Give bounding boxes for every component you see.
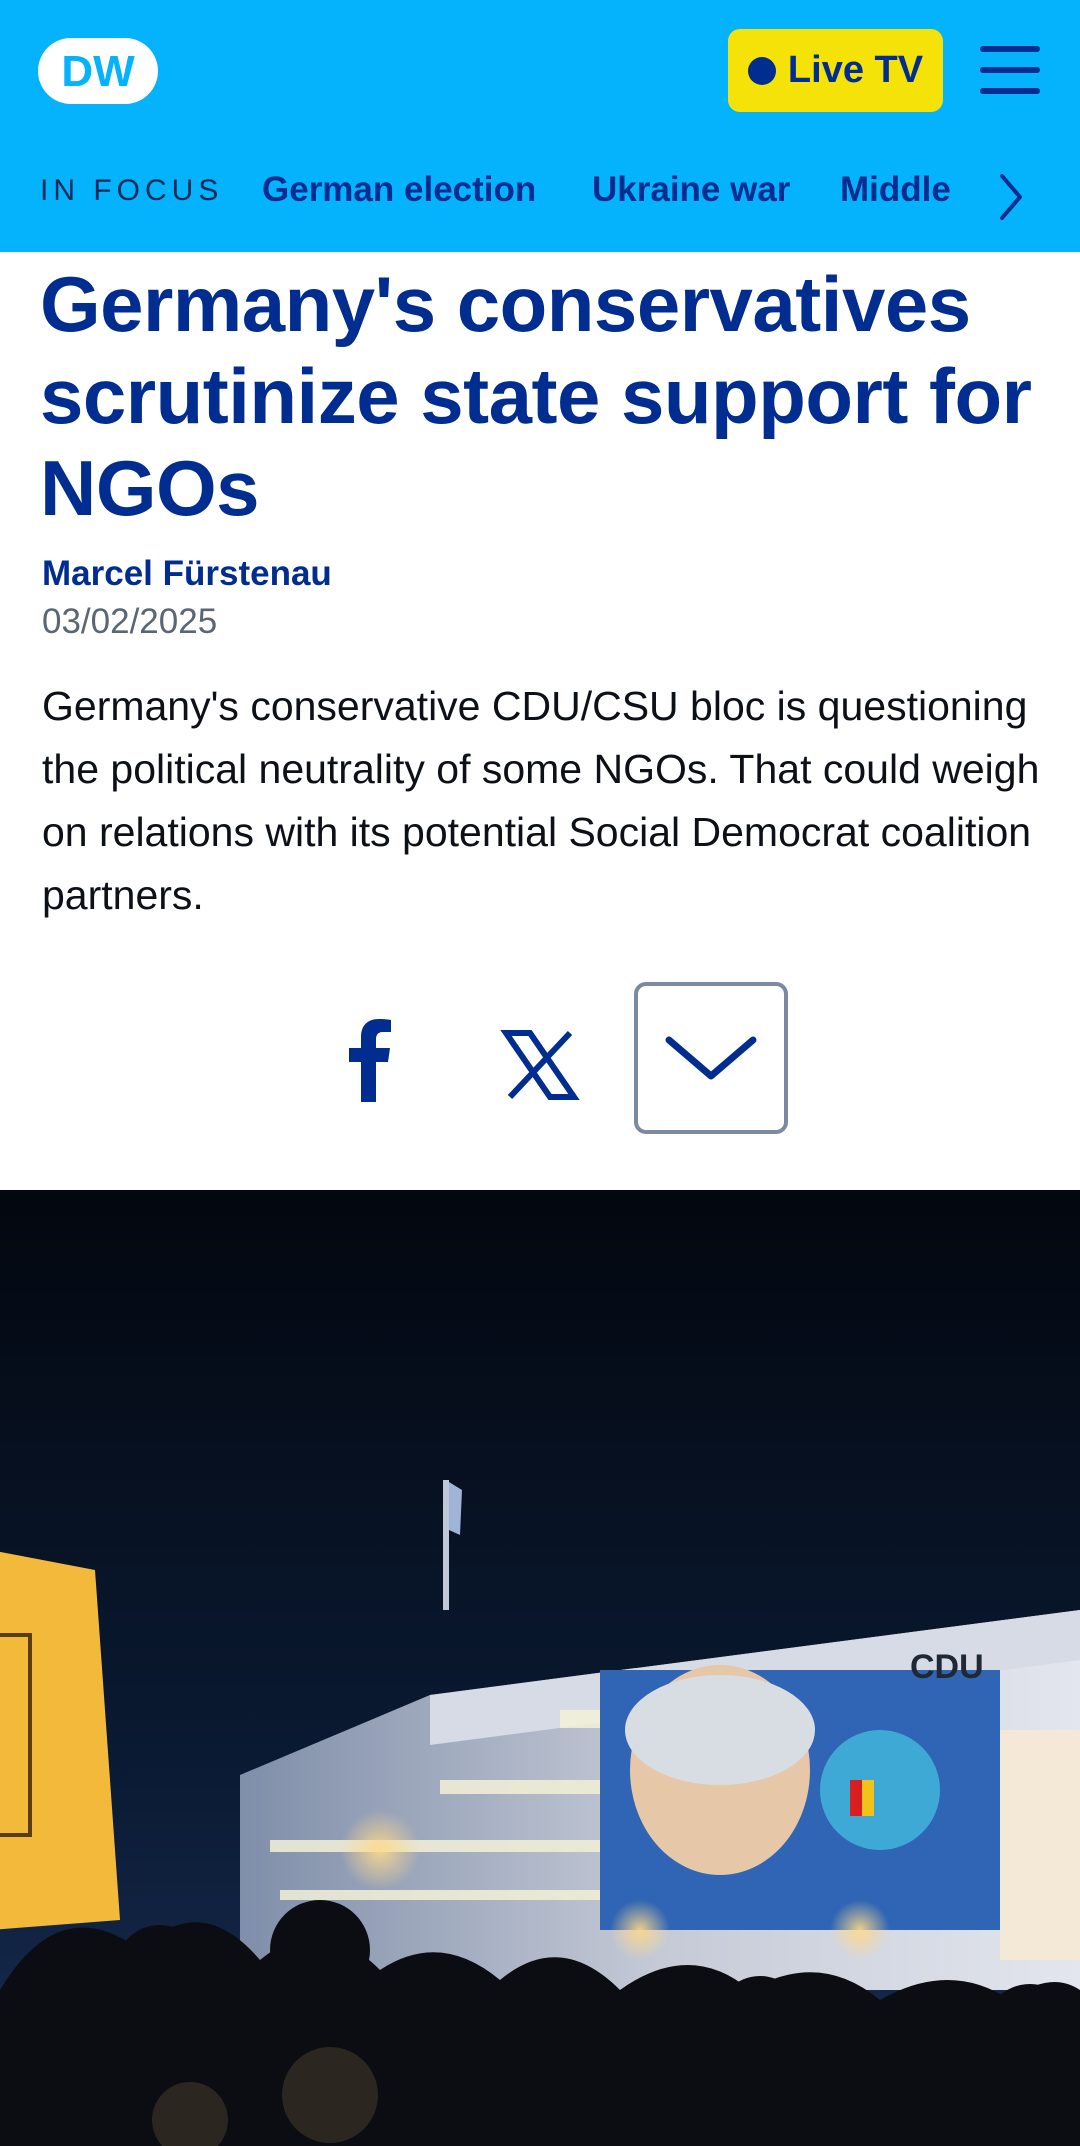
live-tv-label: Live TV (787, 49, 924, 91)
author-link[interactable]: Marcel Fürstenau (42, 554, 332, 594)
protest-photo-illustration: CDU (0, 1190, 1080, 2146)
menu-line (980, 88, 1040, 94)
facebook-icon[interactable] (330, 1010, 410, 1110)
live-tv-button[interactable]: Live TV (728, 29, 943, 112)
svg-text:DW: DW (61, 47, 135, 96)
article-photo: CDU (0, 1190, 1080, 2146)
site-header: DW Live TV IN FOCUS German election Ukra… (0, 0, 1080, 252)
in-focus-label: IN FOCUS (40, 174, 224, 207)
in-focus-bar: IN FOCUS German election Ukraine war Mid… (0, 160, 1080, 224)
focus-item-german-election[interactable]: German election (262, 170, 536, 210)
share-more-button[interactable] (634, 982, 788, 1134)
chevron-right-icon[interactable] (990, 170, 1030, 224)
chevron-down-icon (665, 1036, 757, 1080)
menu-line (980, 67, 1040, 73)
article-teaser: Germany's conservative CDU/CSU bloc is q… (42, 683, 1040, 918)
focus-item-ukraine-war[interactable]: Ukraine war (592, 170, 790, 210)
publish-date: 03/02/2025 (42, 602, 218, 641)
svg-text:CDU: CDU (910, 1648, 984, 1686)
article-headline: Germany's conservatives scrutinize state… (40, 260, 1032, 532)
live-dot-icon (747, 56, 776, 85)
menu-line (980, 46, 1040, 52)
focus-item-middle-east[interactable]: Middle (840, 170, 951, 210)
menu-icon[interactable] (980, 46, 1040, 94)
x-icon[interactable] (500, 1015, 580, 1115)
dw-logo[interactable]: DW (36, 36, 160, 106)
page: DW Live TV IN FOCUS German election Ukra… (0, 0, 1080, 2146)
